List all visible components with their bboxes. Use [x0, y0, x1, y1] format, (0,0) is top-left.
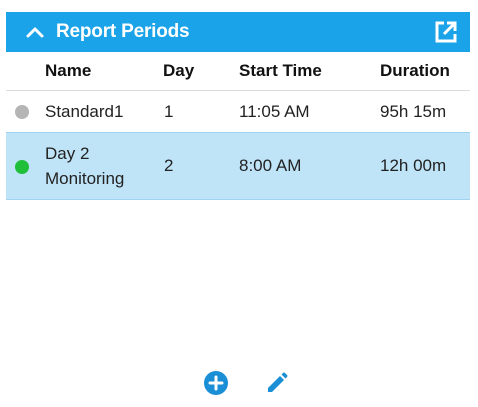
- period-duration: 95h 15m: [380, 102, 447, 121]
- period-day: 2: [164, 156, 174, 175]
- status-dot-icon: [15, 105, 29, 119]
- column-header-name[interactable]: Name: [45, 61, 91, 81]
- column-header-duration[interactable]: Duration: [380, 61, 450, 81]
- period-name: Day 2 Monitoring: [45, 144, 125, 188]
- period-day: 1: [164, 102, 174, 121]
- table-row-selected[interactable]: Day 2 Monitoring 2 8:00 AM 12h 00m: [6, 132, 470, 200]
- period-name: Standard1: [45, 102, 124, 121]
- table-header-row: Name Day Start Time Duration: [6, 52, 470, 90]
- period-duration: 12h 00m: [380, 156, 447, 175]
- table-row[interactable]: Standard1 1 11:05 AM 95h 15m: [6, 90, 470, 132]
- open-external-icon[interactable]: [434, 20, 458, 44]
- period-start-time: 11:05 AM: [239, 102, 310, 121]
- pencil-icon[interactable]: [265, 371, 289, 395]
- status-dot-icon: [15, 160, 29, 174]
- panel-title: Report Periods: [56, 21, 190, 42]
- report-periods-panel: Report Periods Name Day Start Time Durat…: [0, 0, 478, 407]
- period-start-time: 8:00 AM: [239, 156, 302, 175]
- panel-header: Report Periods: [6, 12, 470, 52]
- chevron-up-icon[interactable]: [24, 23, 46, 41]
- panel-footer: [0, 368, 478, 400]
- column-header-start-time[interactable]: Start Time: [239, 61, 322, 81]
- column-header-day[interactable]: Day: [163, 61, 194, 81]
- add-circle-icon[interactable]: [203, 370, 229, 396]
